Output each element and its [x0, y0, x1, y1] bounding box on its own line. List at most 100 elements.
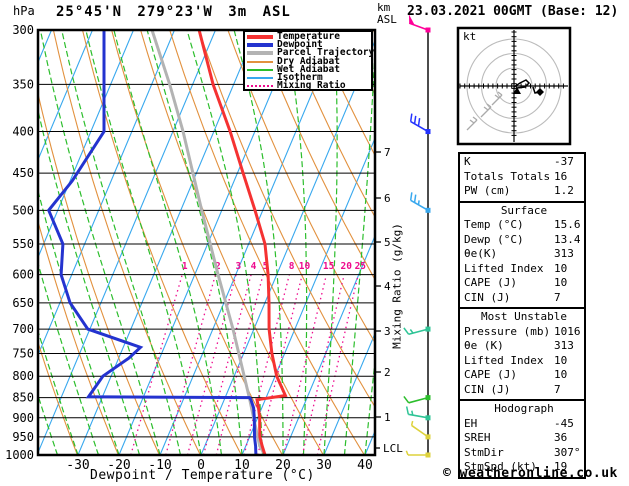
stat-value: 10: [554, 368, 568, 381]
legend-swatch-isotherm: [247, 77, 273, 80]
legend-swatch-dewpoint: [247, 43, 273, 48]
stat-label: EH: [464, 416, 478, 430]
svg-text:-30: -30: [66, 458, 89, 473]
legend-swatch-mixing-ratio: [247, 85, 273, 88]
stats-row: Dewp (°C) 13.4: [464, 233, 584, 248]
stat-label: θe(K): [464, 247, 498, 260]
legend-box: Temperature Dewpoint Parcel Trajectory Dry …: [243, 30, 374, 92]
stats-row: PW (cm) 1.2: [464, 184, 584, 199]
svg-text:25: 25: [355, 261, 367, 272]
svg-text:850: 850: [12, 391, 34, 405]
hodograph-unit-label: kt: [463, 30, 477, 43]
mixing-ratio-axis-label: Mixing Ratio (g/kg): [390, 223, 404, 349]
svg-text:4: 4: [251, 261, 257, 272]
svg-text:1: 1: [182, 261, 188, 272]
legend-label: Mixing Ratio: [277, 80, 346, 92]
stat-label: Dewp (°C): [464, 232, 524, 246]
stat-label: StmDir: [464, 445, 504, 459]
legend-swatch-temperature: [247, 35, 273, 40]
stat-label: Totals Totals: [464, 169, 551, 183]
stat-label: CIN (J): [464, 290, 511, 304]
stats-row: Temp (°C) 15.6: [464, 218, 584, 233]
stat-value: -37: [554, 155, 574, 168]
stats-row: θe (K) 313: [464, 339, 584, 354]
svg-text:2: 2: [384, 366, 391, 379]
stat-value: 10: [554, 353, 568, 367]
hodograph-panel: [456, 26, 572, 146]
stats-row: CIN (J) 7: [464, 383, 584, 398]
legend-swatch-dry-adiabat: [247, 60, 273, 63]
svg-text:30: 30: [316, 458, 332, 473]
svg-text:600: 600: [12, 268, 34, 282]
stat-value: 10: [554, 261, 568, 275]
svg-text:800: 800: [12, 369, 34, 383]
svg-text:40: 40: [357, 458, 373, 473]
stats-row: StmDir 307°: [464, 446, 584, 461]
svg-text:8: 8: [289, 261, 295, 272]
stats-row: K -37: [464, 155, 584, 170]
stat-label: CIN (J): [464, 382, 511, 396]
stats-row: EH -45: [464, 417, 584, 432]
stat-label: Temp (°C): [464, 218, 524, 231]
stats-row: Lifted Index 10: [464, 354, 584, 369]
stats-panel: K -37 Totals Totals 16 PW (cm) 1.2 Surface Temp…: [458, 152, 586, 479]
station-title: 25°45'N 279°23'W 3m ASL: [56, 4, 291, 20]
stats-row: CAPE (J) 10: [464, 368, 584, 383]
stats-row: CIN (J) 7: [464, 291, 584, 306]
stat-label: θe (K): [464, 339, 504, 352]
svg-text:1: 1: [384, 411, 391, 424]
stat-value: 13.4: [554, 232, 581, 246]
stat-value: -45: [554, 416, 574, 430]
stat-value: 10: [554, 276, 568, 289]
stats-row: θe(K) 313: [464, 247, 584, 262]
svg-text:1000: 1000: [5, 448, 34, 462]
stat-label: SREH: [464, 431, 491, 444]
svg-text:500: 500: [12, 203, 34, 217]
stats-section-most-unstable: Most Unstable Pressure (mb) 1016 θe (K) 313 L…: [458, 307, 586, 401]
height-axis-unit-label: km ASL: [377, 2, 397, 26]
stat-label: Lifted Index: [464, 261, 544, 275]
lcl-label: LCL: [383, 442, 403, 455]
legend-swatch-wet-adiabat: [247, 68, 273, 71]
stats-section-header: Hodograph: [494, 402, 554, 415]
stat-value: 7: [554, 382, 561, 396]
svg-text:6: 6: [384, 192, 391, 205]
svg-text:950: 950: [12, 430, 34, 444]
height-unit-asl: ASL: [377, 13, 397, 26]
svg-text:7: 7: [384, 146, 391, 159]
stats-row: CAPE (J) 10: [464, 276, 584, 291]
stats-section-header: Most Unstable: [480, 310, 568, 323]
stat-label: Lifted Index: [464, 353, 544, 367]
svg-text:650: 650: [12, 296, 34, 310]
stat-value: 313: [554, 339, 574, 352]
skewt-sounding-page: 1 2 3 4 5 8 10 15 20 25 300 350 400 450 500 550 600 650 70…: [0, 0, 629, 486]
run-date-label: 23.03.2021 00GMT (Base: 12): [407, 4, 619, 19]
legend-item: Mixing Ratio: [247, 80, 371, 92]
svg-text:750: 750: [12, 346, 34, 360]
svg-text:550: 550: [12, 237, 34, 251]
stat-value: 15.6: [554, 218, 581, 231]
stats-section: K -37 Totals Totals 16 PW (cm) 1.2: [458, 152, 586, 203]
svg-text:20: 20: [341, 261, 353, 272]
stats-row: Pressure (mb) 1016: [464, 325, 584, 340]
svg-text:900: 900: [12, 411, 34, 425]
stat-label: K: [464, 155, 471, 168]
legend-swatch-parcel-trajectory: [247, 51, 273, 56]
stats-section-header: Surface: [500, 203, 548, 217]
stat-label: PW (cm): [464, 184, 511, 197]
svg-text:700: 700: [12, 322, 34, 336]
stat-value: 1016: [554, 324, 581, 338]
stat-label: CAPE (J): [464, 368, 517, 381]
stat-value: 307°: [554, 445, 581, 459]
svg-text:15: 15: [323, 261, 335, 272]
svg-text:300: 300: [12, 23, 34, 37]
stats-row: SREH 36: [464, 431, 584, 446]
pressure-axis-unit-label: hPa: [13, 4, 35, 18]
stat-value: 1.2: [554, 184, 574, 197]
stat-value: 36: [554, 431, 568, 444]
stat-label: Pressure (mb): [464, 324, 551, 338]
stat-value: 16: [554, 169, 568, 183]
stat-value: 7: [554, 290, 561, 304]
stats-row: Lifted Index 10: [464, 262, 584, 277]
stat-label: CAPE (J): [464, 276, 517, 289]
